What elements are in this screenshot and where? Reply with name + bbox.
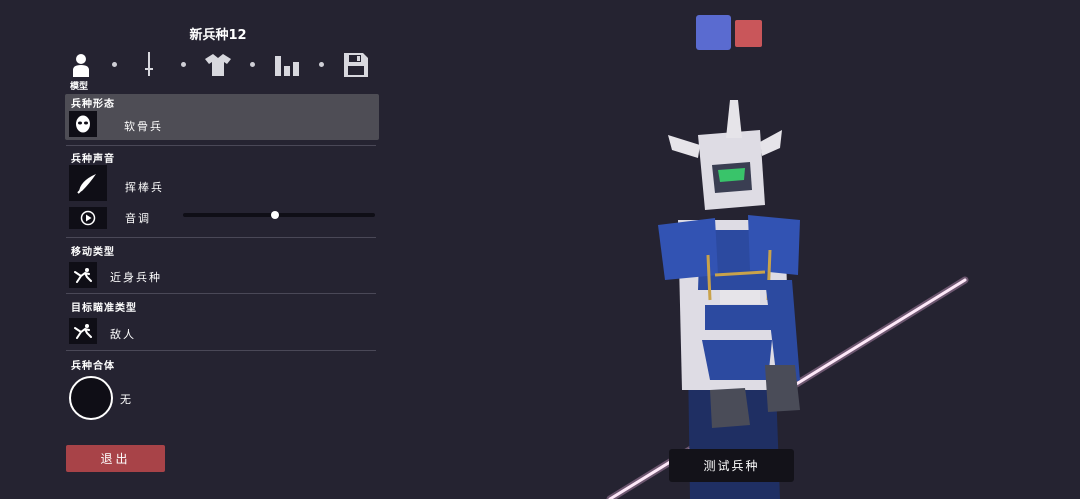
divider <box>66 350 376 351</box>
tab-clothing[interactable] <box>203 50 233 80</box>
tab-weapon[interactable] <box>134 50 164 80</box>
targeting-value: 敌人 <box>110 328 136 341</box>
editor-tabs: 模型 <box>66 50 376 94</box>
mask-icon <box>76 115 90 133</box>
movement-section-label: 移动类型 <box>71 247 115 258</box>
voice-value: 挥棒兵 <box>125 181 164 194</box>
shirt-icon <box>205 54 231 76</box>
test-unit-button[interactable]: 测试兵种 <box>669 449 794 482</box>
combine-value: 无 <box>120 393 133 406</box>
play-icon <box>80 210 96 226</box>
movement-value: 近身兵种 <box>110 271 162 284</box>
tab-stats[interactable] <box>272 50 302 80</box>
form-icon-box[interactable] <box>69 111 97 137</box>
unit-creator-screen: 新兵种12 模型 兵种形态 软骨兵 兵种声音 挥棒兵 音调 移动类型 近身兵种 … <box>0 0 1080 499</box>
floppy-disk-icon <box>344 53 368 77</box>
divider <box>66 237 376 238</box>
tab-separator-dot <box>112 62 117 67</box>
divider <box>66 293 376 294</box>
sword-icon <box>145 52 153 76</box>
tab-model-caption: 模型 <box>70 82 89 92</box>
form-value: 软骨兵 <box>124 120 163 133</box>
combine-slot[interactable] <box>69 376 113 420</box>
pitch-slider-thumb[interactable] <box>271 211 280 219</box>
bar-chart-icon <box>275 56 299 76</box>
sword-swing-icon <box>77 174 96 194</box>
form-section-label: 兵种形态 <box>71 99 115 110</box>
targeting-section-label: 目标瞄准类型 <box>71 303 137 314</box>
runner-icon <box>74 324 92 339</box>
team-blue-swatch[interactable] <box>696 15 731 50</box>
team-red-swatch[interactable] <box>735 20 762 47</box>
combine-section-label: 兵种合体 <box>71 361 115 372</box>
unit-preview-model <box>606 100 969 499</box>
tab-separator-dot <box>250 62 255 67</box>
pitch-label: 音调 <box>125 212 151 225</box>
tab-separator-dot <box>319 62 324 67</box>
movement-icon-box[interactable] <box>69 262 97 288</box>
tab-model[interactable] <box>66 50 96 80</box>
targeting-icon-box[interactable] <box>69 318 97 344</box>
voice-section-label: 兵种声音 <box>71 154 115 165</box>
exit-button[interactable]: 退出 <box>66 445 165 472</box>
tab-save[interactable] <box>341 50 371 80</box>
play-button[interactable] <box>69 207 107 229</box>
person-icon <box>73 54 89 77</box>
tab-separator-dot <box>181 62 186 67</box>
unit-name-title[interactable]: 新兵种12 <box>140 24 296 43</box>
runner-icon <box>74 268 92 283</box>
voice-icon-box[interactable] <box>69 165 107 201</box>
divider <box>66 145 376 146</box>
